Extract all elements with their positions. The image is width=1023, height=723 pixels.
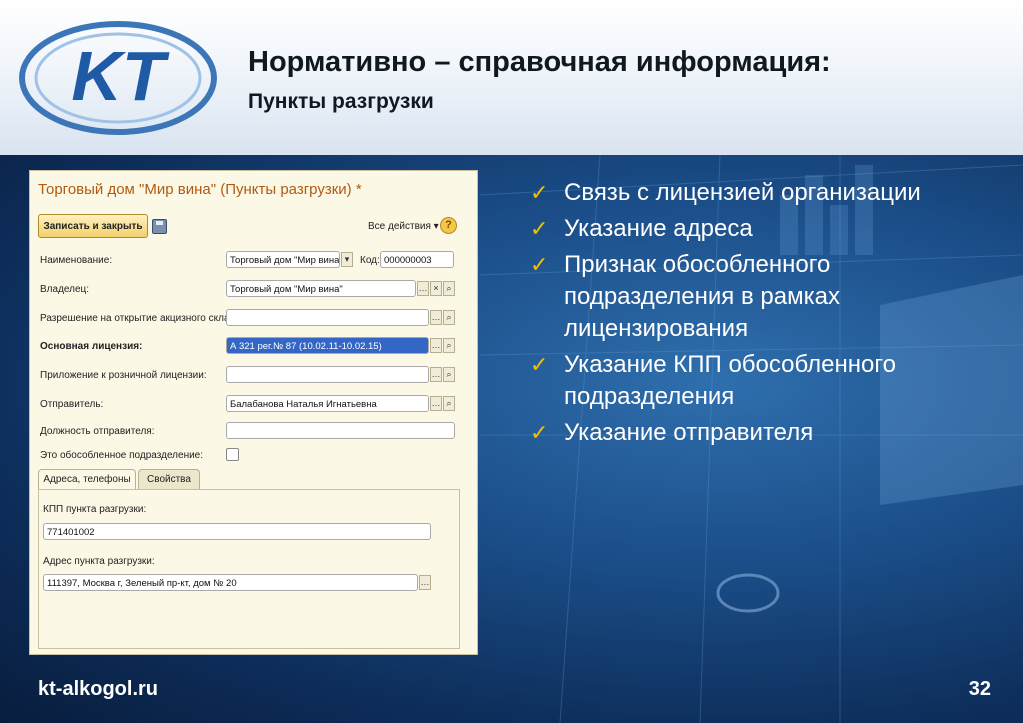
tab-properties[interactable]: Свойства <box>138 469 200 490</box>
code-label: Код: <box>360 255 380 266</box>
retail-app-field[interactable] <box>226 366 429 383</box>
page-number: 32 <box>968 678 991 700</box>
tab-addresses[interactable]: Адреса, телефоны <box>38 469 136 490</box>
address-label: Адрес пункта разгрузки: <box>43 556 155 567</box>
main-license-label: Основная лицензия: <box>40 341 143 352</box>
form-title: Торговый дом "Мир вина" (Пункты разгрузк… <box>38 181 362 198</box>
select-ellipsis-icon[interactable]: … <box>430 338 442 353</box>
name-field[interactable]: Торговый дом "Мир вина" <box>226 251 340 268</box>
address-field[interactable]: 111397, Москва г, Зеленый пр-кт, дом № 2… <box>43 574 418 591</box>
list-item-text: Указание КПП обособленного подразделения <box>564 351 896 410</box>
page-subtitle: Пункты разгрузки <box>248 90 434 113</box>
list-item-text: Указание отправителя <box>564 419 814 446</box>
kpp-field[interactable]: 771401002 <box>43 523 431 540</box>
list-item: ✓ Указание отправителя <box>530 417 1000 449</box>
help-icon[interactable]: ? <box>440 217 457 234</box>
search-icon[interactable]: ⌕ <box>443 338 455 353</box>
footer-url: kt-alkogol.ru <box>38 678 159 700</box>
list-item: ✓ Связь с лицензией организации <box>530 177 1000 209</box>
search-icon[interactable]: ⌕ <box>443 396 455 411</box>
page-title: Нормативно – справочная информация: <box>248 46 831 78</box>
save-icon[interactable] <box>152 219 167 234</box>
list-item-text: Указание адреса <box>564 215 753 242</box>
main-license-field[interactable]: А 321 рег.№ 87 (10.02.11-10.02.15) <box>226 337 429 354</box>
owner-field[interactable]: Торговый дом "Мир вина" <box>226 280 416 297</box>
excise-permit-field[interactable] <box>226 309 429 326</box>
clear-icon[interactable]: × <box>430 281 442 296</box>
sender-position-label: Должность отправителя: <box>40 426 155 437</box>
select-ellipsis-icon[interactable]: … <box>419 575 431 590</box>
checkmark-icon: ✓ <box>530 352 549 377</box>
list-item: ✓ Указание адреса <box>530 213 1000 245</box>
select-ellipsis-icon[interactable]: … <box>430 367 442 382</box>
unloading-point-form: Торговый дом "Мир вина" (Пункты разгрузк… <box>29 170 478 655</box>
separate-unit-checkbox[interactable] <box>226 448 239 461</box>
search-icon[interactable]: ⌕ <box>443 367 455 382</box>
save-and-close-button[interactable]: Записать и закрыть <box>38 214 148 238</box>
retail-app-label: Приложение к розничной лицензии: <box>40 370 207 381</box>
checkmark-icon: ✓ <box>530 180 549 205</box>
list-item: ✓ Признак обособленного подразделения в р… <box>530 249 1000 345</box>
feature-list: ✓ Связь с лицензией организации ✓ Указание… <box>530 177 1000 453</box>
owner-label: Владелец: <box>40 284 90 295</box>
list-item: ✓ Указание КПП обособленного подразделени… <box>530 349 1000 413</box>
tab-panel: КПП пункта разгрузки: 771401002 Адрес пу… <box>38 489 460 649</box>
kpp-label: КПП пункта разгрузки: <box>43 504 147 515</box>
sender-position-field[interactable] <box>226 422 455 439</box>
search-icon[interactable]: ⌕ <box>443 310 455 325</box>
name-label: Наименование: <box>40 255 113 266</box>
search-icon[interactable]: ⌕ <box>443 281 455 296</box>
select-ellipsis-icon[interactable]: … <box>430 396 442 411</box>
sender-field[interactable]: Балабанова Наталья Игнатьевна <box>226 395 429 412</box>
code-field[interactable]: 000000003 <box>380 251 454 268</box>
checkmark-icon: ✓ <box>530 420 549 445</box>
select-ellipsis-icon[interactable]: … <box>417 281 429 296</box>
dropdown-arrow-icon[interactable]: ▾ <box>341 252 353 267</box>
all-actions-menu[interactable]: Все действия ▾ <box>368 221 439 232</box>
checkmark-icon: ✓ <box>530 216 549 241</box>
checkmark-icon: ✓ <box>530 252 549 277</box>
select-ellipsis-icon[interactable]: … <box>430 310 442 325</box>
separate-unit-label: Это обособленное подразделение: <box>40 450 204 461</box>
company-logo: KT <box>19 21 217 135</box>
list-item-text: Связь с лицензией организации <box>564 179 921 206</box>
logo-text: KT <box>71 37 170 115</box>
excise-permit-label: Разрешение на открытие акцизного склада: <box>40 313 244 324</box>
list-item-text: Признак обособленного подразделения в ра… <box>564 251 840 342</box>
slide-header: KT Нормативно – справочная информация: П… <box>0 0 1023 155</box>
sender-label: Отправитель: <box>40 399 104 410</box>
